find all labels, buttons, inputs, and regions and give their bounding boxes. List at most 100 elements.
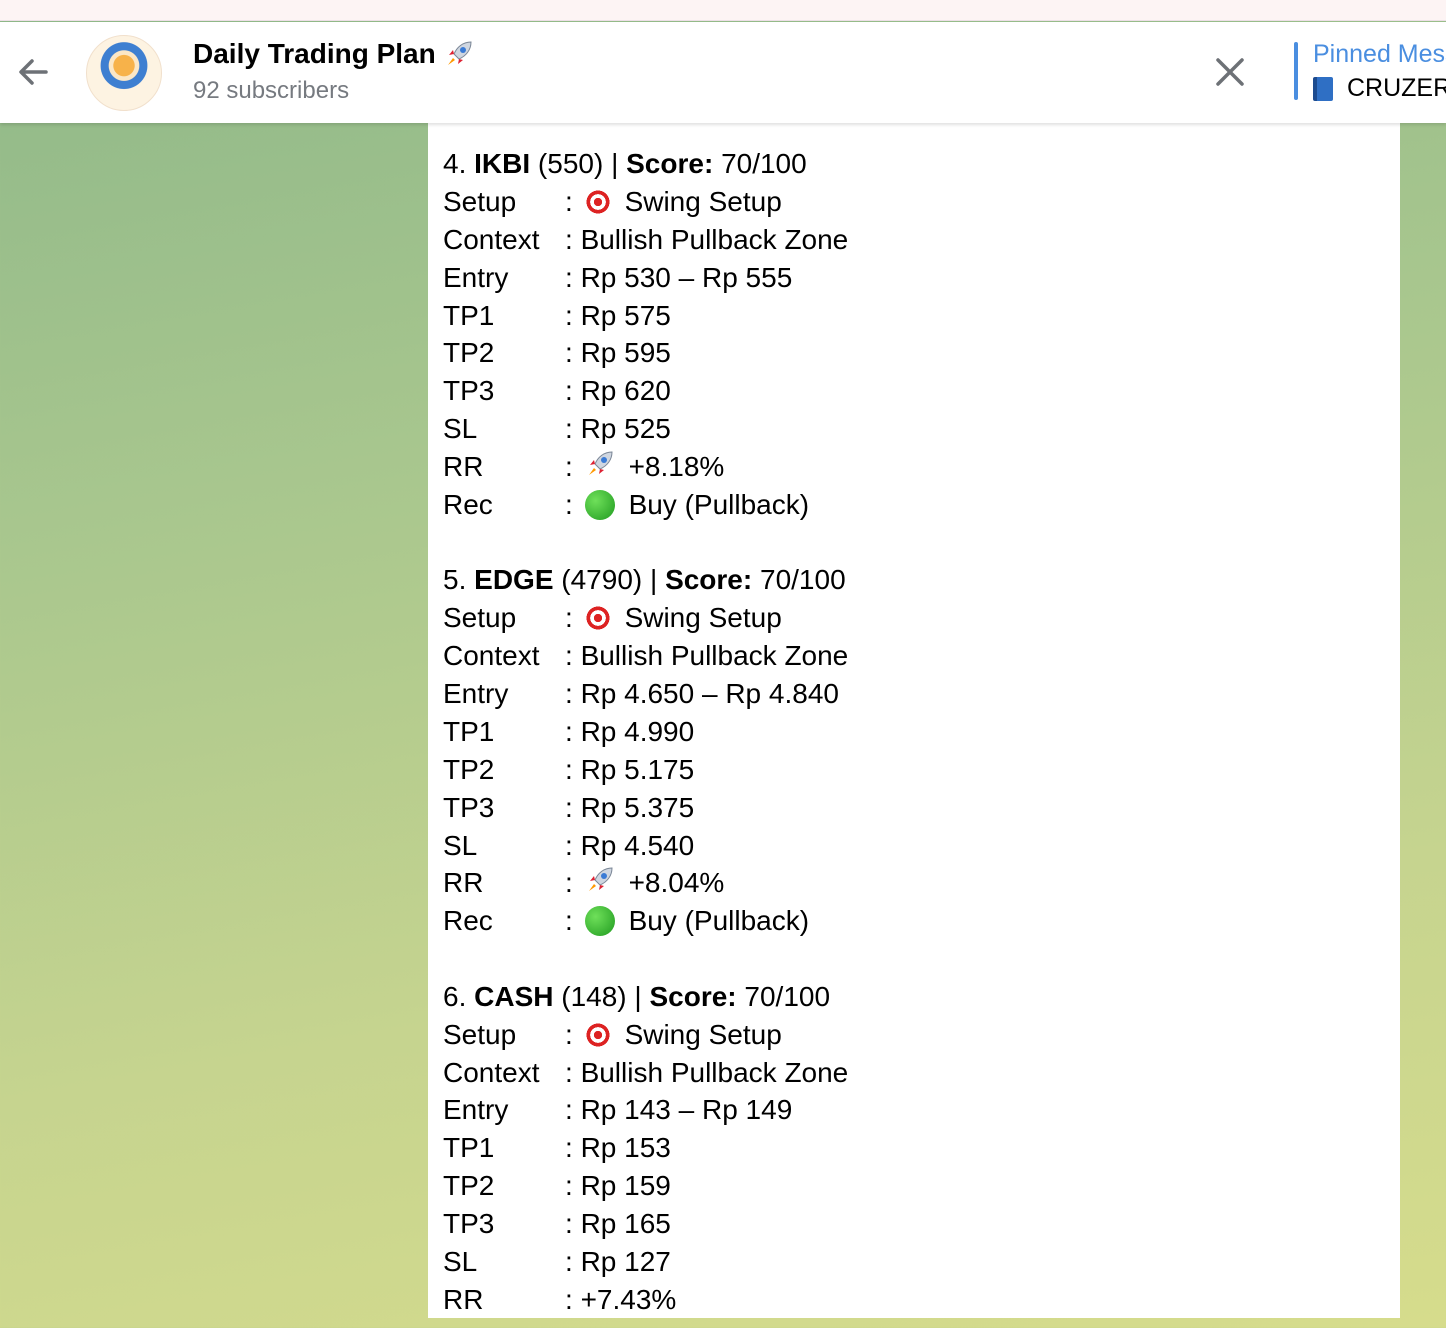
colon: :	[565, 185, 581, 217]
colon: :	[565, 602, 581, 634]
ticker: IKBI	[474, 147, 531, 179]
field-value: Rp 525	[580, 413, 671, 445]
rocket-icon	[447, 41, 472, 65]
channel-title-text: Daily Trading Plan	[193, 38, 436, 69]
book-icon	[1313, 76, 1333, 101]
colon: :	[565, 223, 581, 255]
price: (148) |	[561, 980, 642, 1012]
field-row: Entry: Rp 4.650 – Rp 4.840	[443, 675, 1400, 713]
field-value: Rp 5.175	[580, 753, 695, 785]
field-value: Swing Setup	[624, 185, 782, 217]
field-row: Setup: Swing Setup	[443, 599, 1400, 637]
rocket-icon	[585, 865, 615, 902]
colon: :	[565, 715, 581, 747]
field-row: Setup: Swing Setup	[443, 183, 1400, 221]
field-label: Context	[443, 1056, 540, 1088]
field-value: Rp 159	[580, 1170, 671, 1202]
field-row: TP3: Rp 620	[443, 372, 1400, 410]
message-bubble: 4. IKBI (550) | Score: 70/100 Setup: Swin…	[428, 123, 1400, 1318]
field-value: Rp 620	[580, 375, 671, 407]
field-value: Rp 4.540	[580, 829, 695, 861]
colon: :	[565, 791, 581, 823]
field-row: TP2: Rp 595	[443, 334, 1400, 372]
top-strip	[0, 0, 1446, 21]
field-row: Context: Bullish Pullback Zone	[443, 637, 1400, 675]
colon: :	[565, 1132, 581, 1164]
entry-heading: 6. CASH (148) | Score: 70/100	[443, 978, 1400, 1016]
field-row: TP1: Rp 4.990	[443, 713, 1400, 751]
colon: :	[565, 337, 581, 369]
colon: :	[565, 1170, 581, 1202]
entry-number: 6.	[443, 980, 467, 1012]
field-value: Rp 165	[580, 1208, 671, 1240]
colon: :	[565, 905, 581, 937]
field-label: Setup	[443, 602, 517, 634]
price: (4790) |	[561, 564, 658, 596]
colon: :	[565, 678, 581, 710]
field-value: Swing Setup	[624, 1018, 782, 1050]
field-value: Rp 127	[580, 1245, 671, 1277]
field-label: SL	[443, 829, 478, 861]
field-row: Rec: Buy (Pullback)	[443, 902, 1400, 940]
field-label: Context	[443, 223, 540, 255]
field-value: +8.18%	[628, 451, 725, 483]
entry-heading: 5. EDGE (4790) | Score: 70/100	[443, 561, 1400, 599]
pinned-bar	[1294, 42, 1298, 100]
field-row: SL: Rp 525	[443, 410, 1400, 448]
pinned-message[interactable]: CRUZER	[1313, 74, 1446, 103]
stock-entry: 5. EDGE (4790) | Score: 70/100 Setup: Swi…	[443, 561, 1400, 940]
ticker: CASH	[474, 980, 554, 1012]
field-row: TP1: Rp 575	[443, 297, 1400, 335]
colon: :	[565, 1018, 581, 1050]
field-row: SL: Rp 127	[443, 1243, 1400, 1281]
field-label: TP1	[443, 715, 495, 747]
field-row: RR: +7.43%	[443, 1281, 1400, 1319]
score-label: Score:	[626, 147, 714, 179]
field-label: Context	[443, 640, 540, 672]
field-value: Bullish Pullback Zone	[580, 1056, 849, 1088]
field-label: RR	[443, 1283, 484, 1315]
colon: :	[565, 261, 581, 293]
field-label: TP2	[443, 753, 495, 785]
chat-header: Daily Trading Plan 92 subscribers Pinned…	[0, 22, 1446, 123]
field-value: Rp 5.375	[580, 791, 695, 823]
field-label: Rec	[443, 905, 493, 937]
field-value: Rp 595	[580, 337, 671, 369]
field-row: Context: Bullish Pullback Zone	[443, 221, 1400, 259]
score-label: Score:	[665, 564, 753, 596]
field-label: TP1	[443, 1132, 495, 1164]
field-label: TP3	[443, 791, 495, 823]
score: 70/100	[744, 980, 831, 1012]
field-value: Bullish Pullback Zone	[580, 223, 849, 255]
colon: :	[565, 753, 581, 785]
field-row: SL: Rp 4.540	[443, 827, 1400, 865]
field-row: TP2: Rp 5.175	[443, 751, 1400, 789]
field-label: Setup	[443, 185, 517, 217]
field-label: RR	[443, 451, 484, 483]
field-label: Setup	[443, 1018, 517, 1050]
field-row: TP3: Rp 5.375	[443, 789, 1400, 827]
field-value: Buy (Pullback)	[628, 488, 810, 520]
colon: :	[565, 1094, 581, 1126]
field-value: Swing Setup	[624, 602, 782, 634]
field-label: RR	[443, 867, 484, 899]
field-value: +8.04%	[628, 867, 725, 899]
field-row: Context: Bullish Pullback Zone	[443, 1054, 1400, 1092]
field-label: TP1	[443, 299, 495, 331]
close-icon[interactable]	[1212, 54, 1248, 90]
field-label: Entry	[443, 678, 509, 710]
target-icon	[584, 605, 611, 632]
field-label: TP2	[443, 337, 495, 369]
field-row: TP1: Rp 153	[443, 1129, 1400, 1167]
field-value: Rp 153	[580, 1132, 671, 1164]
channel-title[interactable]: Daily Trading Plan	[193, 38, 474, 70]
back-arrow-icon[interactable]	[14, 52, 54, 92]
field-value: Bullish Pullback Zone	[580, 640, 849, 672]
score-label: Score:	[649, 980, 737, 1012]
green-circle-icon	[584, 906, 615, 937]
colon: :	[565, 867, 581, 899]
channel-avatar[interactable]	[86, 35, 162, 111]
green-circle-icon	[584, 489, 615, 520]
pinned-title[interactable]: Pinned Messages	[1313, 40, 1446, 69]
field-value: +7.43%	[580, 1283, 677, 1315]
